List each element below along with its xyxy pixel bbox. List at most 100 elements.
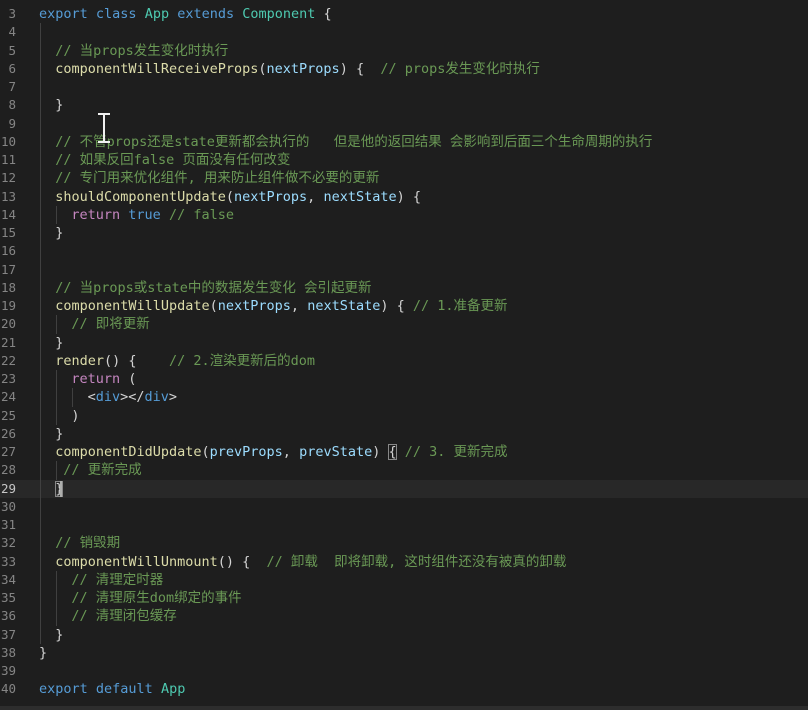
token-cmt: // 专门用来优化组件, 用来防止组件做不必要的更新 [55,170,380,187]
line-text: export class App extends Component { [39,5,332,23]
indent-guide [40,132,41,151]
token-pun: () { [217,553,267,570]
line-number: 35 [0,590,16,605]
code-line[interactable]: 36 // 清理闭包缓存 [0,607,808,626]
token-param: nextProps [217,298,291,314]
line-number: 22 [0,352,16,368]
code-line[interactable]: 29} [0,479,808,498]
line-number: 20 [0,316,16,332]
code-line[interactable]: 5 // 当props发生变化时执行 [0,41,808,60]
line-number: 27 [0,444,16,459]
code-line[interactable]: 3 export class App extends Component { [0,5,808,23]
code-line[interactable]: 12 // 专门用来优化组件, 用来防止组件做不必要的更新 [0,169,808,188]
code-line[interactable]: 6 componentWillReceiveProps(nextProps) { … [0,59,808,78]
code-line[interactable]: 7 [0,78,808,97]
code-line[interactable]: 39 [0,662,808,680]
indent-guide [40,424,41,443]
indent-guide [40,479,41,498]
indent-guide [40,23,41,42]
code-line[interactable]: 17 [0,260,808,279]
line-number: 31 [0,517,16,532]
line-number: 13 [0,188,16,204]
line-text: // 不管props还是state更新都会执行的 但是他的返回结果 会影响到后面… [55,133,652,151]
token-cmt: // 当props或state中的数据发生变化 会引起更新 [55,279,372,296]
indent-guide [40,260,41,279]
indent-guide [56,570,57,589]
token-kw: extends [177,6,243,22]
line-number: 33 [0,553,16,569]
token-pun: () { [103,352,169,369]
line-text: // 更新完成 [63,461,141,479]
line-text: // 当props或state中的数据发生变化 会引起更新 [55,279,371,297]
code-line[interactable]: 33 componentWillUnmount() { // 卸载 即将卸载, 这… [0,552,808,571]
code-line[interactable]: 13 shouldComponentUpdate(nextProps, nextS… [0,187,808,206]
token-cmt: // false [168,206,234,223]
code-line[interactable]: 16 [0,242,808,261]
code-line[interactable]: 11 // 如果反回false 页面没有任何改变 [0,151,808,170]
code-line[interactable]: 22 render() { // 2.渲染更新后的dom [0,351,808,370]
indent-guide [40,297,41,316]
token-param: nextState [323,188,397,205]
code-line[interactable]: 32 // 销毁期 [0,534,808,553]
indent-guide [40,59,41,78]
indent-guide [40,406,41,425]
token-param: nextProps [234,188,308,205]
token-pun: , [282,444,300,460]
code-line[interactable]: 21} [0,333,808,352]
code-line[interactable]: 4 [0,23,808,42]
code-line[interactable]: 30 [0,497,808,516]
token-kw: export [39,681,96,698]
line-text: // 当props发生变化时执行 [55,42,228,60]
indent-guide [40,625,41,644]
indent-guide [40,205,41,224]
indent-guide [40,388,41,407]
line-number: 28 [0,462,16,478]
code-line[interactable]: 23 return ( [0,370,808,389]
code-line[interactable]: 15} [0,224,808,243]
code-line[interactable]: 25) [0,406,808,425]
token-cls: App [144,6,178,22]
indent-guide [40,497,41,516]
code-line[interactable]: 18 // 当props或state中的数据发生变化 会引起更新 [0,278,808,297]
line-number: 36 [0,608,16,624]
code-line[interactable]: 20 // 即将更新 [0,315,808,334]
token-cmt: // 卸载 即将卸载, 这时组件还没有被真的卸载 [266,553,567,570]
code-line[interactable]: 34 // 清理定时器 [0,570,808,589]
line-number: 11 [0,152,16,167]
token-pun [397,444,405,460]
token-param: nextState [307,298,381,314]
code-line[interactable]: 40 export default App [0,680,808,698]
token-cmt: // 清理定时器 [71,571,164,588]
code-line[interactable]: 10 // 不管props还是state更新都会执行的 但是他的返回结果 会影响到… [0,132,808,151]
code-line[interactable]: 24 <div></div> [0,388,808,407]
line-text: // 清理闭包缓存 [71,607,176,625]
indent-guide [72,388,73,407]
code-line[interactable]: 14 return true // false [0,205,808,224]
code-line[interactable]: 9 [0,114,808,133]
code-line[interactable]: 35 // 清理原生dom绑定的事件 [0,589,808,608]
token-cmt: // 1.准备更新 [412,298,508,314]
indent-guide [56,315,57,334]
line-number: 37 [0,626,16,642]
code-line[interactable]: 26} [0,424,808,443]
indent-guide [40,370,41,389]
token-cmt: // 2.渲染更新后的dom [169,352,316,369]
bottom-panel-edge [0,706,808,710]
token-pun: } [55,97,64,114]
line-number: 9 [8,115,16,131]
line-number: 40 [0,681,16,697]
token-cmt: // 销毁期 [55,535,121,552]
token-pun: ( [225,188,235,205]
code-line[interactable]: 28 // 更新完成 [0,461,808,480]
code-editor[interactable]: 3 export class App extends Component {4 5/… [0,0,808,710]
code-line[interactable]: 8} [0,96,808,115]
code-line[interactable]: 27 componentDidUpdate(prevProps, prevStat… [0,443,808,462]
code-area[interactable]: 3 export class App extends Component {4 5/… [0,5,808,699]
line-text: } [55,96,63,114]
line-text: } [39,644,47,662]
code-line[interactable]: 37} [0,625,808,644]
token-pun: ) { [339,60,381,77]
code-line[interactable]: 19 componentWillUpdate(nextProps, nextSta… [0,297,808,316]
code-line[interactable]: 38} [0,644,808,662]
code-line[interactable]: 31 [0,516,808,535]
